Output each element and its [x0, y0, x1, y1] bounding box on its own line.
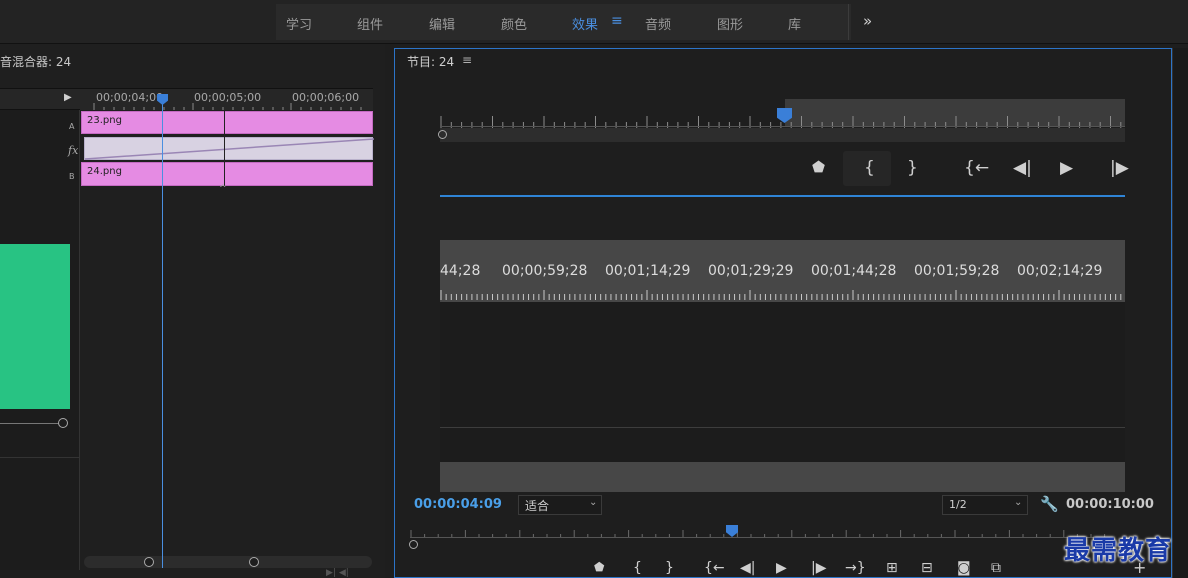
lift-icon[interactable]: ⊞ [886, 560, 898, 576]
track-label-a: A [69, 122, 75, 131]
alignment-caret-icon[interactable]: ^ [219, 184, 227, 194]
left-horizontal-scrollbar[interactable] [84, 556, 372, 568]
left-ruler-time-3: 00;00;06;00 [292, 91, 360, 104]
workspace-tab-assembly[interactable]: 组件 [357, 14, 383, 33]
clip-24-png[interactable]: 24.png [81, 162, 373, 186]
chevron-down-icon[interactable]: ⌄ [1014, 497, 1022, 508]
play-icon[interactable]: ▶ [776, 560, 787, 576]
left-slider-track[interactable] [0, 423, 60, 424]
transition-clip[interactable] [84, 137, 374, 160]
nested-selection-line [440, 195, 1125, 197]
workspace-tab-learn[interactable]: 学习 [286, 14, 312, 33]
color-preview-block [0, 244, 70, 409]
left-playhead-line [162, 98, 163, 568]
mark-in-icon[interactable]: { [633, 560, 642, 576]
left-ruler-time-2: 00;00;05;00 [194, 91, 262, 104]
nested-mark-out-icon: } [907, 158, 918, 178]
nested-step-back-icon: ◀| [1013, 158, 1032, 178]
step-forward-icon[interactable]: |▶ [811, 560, 826, 576]
nested-scrub-bar [440, 128, 1125, 142]
workspace-tab-audio[interactable]: 音频 [645, 14, 671, 33]
nested-scrollbar-area [440, 462, 1125, 492]
workspace-bar: 学习 组件 编辑 颜色 效果 ≡ 音频 图形 库 » [0, 0, 1188, 44]
watermark-logo: 最需教育 [1064, 536, 1173, 566]
workspace-tab-graphics[interactable]: 图形 [717, 14, 743, 33]
extract-icon[interactable]: ⊟ [921, 560, 933, 576]
left-scroll-handle-start[interactable] [144, 557, 154, 567]
left-scroll-handle-end[interactable] [249, 557, 259, 567]
nested-ruler-baseline [440, 126, 1125, 127]
nested-track-area [440, 302, 1125, 427]
nested-timecode-4: 00;01;44;28 [811, 263, 897, 279]
go-to-in-icon[interactable]: {← [704, 560, 725, 576]
left-footer-icons[interactable]: ▶| ◀| [326, 568, 349, 578]
compare-view-icon[interactable]: ⧉ [991, 560, 1001, 576]
duration-timecode: 00:00:10:00 [1066, 497, 1154, 512]
left-slider-handle[interactable] [58, 418, 68, 428]
settings-wrench-icon[interactable]: 🔧 [1040, 495, 1059, 513]
program-zoom-handle[interactable] [409, 540, 418, 549]
workspace-tab-editing[interactable]: 编辑 [429, 14, 455, 33]
program-monitor-title[interactable]: 节目: 24 [407, 53, 454, 70]
left-divider [0, 457, 80, 458]
nested-track-area-2 [440, 428, 1125, 462]
nested-timecode-1: 00;00;59;28 [502, 263, 588, 279]
go-to-out-icon[interactable]: →} [845, 560, 866, 576]
nested-timeline-ticks [440, 290, 1122, 300]
camera-icon[interactable]: ◙ [957, 560, 971, 576]
left-header-row: ▶ [0, 88, 80, 110]
workspace-menu-icon[interactable]: ≡ [611, 13, 623, 29]
expand-arrow-icon[interactable]: ▶ [64, 92, 72, 103]
right-edge-panel [1172, 48, 1188, 578]
nested-timecode-3: 00;01;29;29 [708, 263, 794, 279]
left-time-ruler[interactable]: 00;00;04;00 00;00;05;00 00;00;06;00 [80, 88, 373, 111]
step-back-icon[interactable]: ◀| [740, 560, 755, 576]
cut-line [224, 111, 225, 186]
left-ruler-time-1: 00;00;04;00 [96, 91, 164, 104]
playhead-timecode[interactable]: 00:00:04:09 [414, 497, 502, 512]
nested-go-to-in-icon: {← [964, 158, 990, 178]
chevron-down-icon[interactable]: ⌄ [589, 497, 597, 508]
workspace-separator [848, 4, 849, 40]
mark-out-icon[interactable]: } [665, 560, 674, 576]
nested-timecode-5: 00;01;59;28 [914, 263, 1000, 279]
workspace-tab-color[interactable]: 颜色 [501, 14, 527, 33]
nested-timecode-0: 44;28 [440, 263, 481, 279]
left-panel-title[interactable]: 音混合器: 24 [0, 53, 71, 70]
nested-play-icon: ▶ [1060, 158, 1074, 178]
track-label-b: B [69, 172, 75, 181]
add-marker-icon[interactable]: ⬟ [594, 560, 604, 574]
program-scrub-bar[interactable] [410, 537, 1110, 538]
nested-timecode-2: 00;01;14;29 [605, 263, 691, 279]
workspace-overflow-button[interactable]: » [863, 12, 872, 30]
nested-marker-icon: ⬟ [812, 158, 826, 176]
fx-icon: fx [68, 144, 79, 157]
workspace-tab-effects[interactable]: 效果 [572, 14, 598, 33]
transition-diagonal [85, 138, 374, 160]
workspace-tab-libraries[interactable]: 库 [788, 14, 801, 33]
nested-step-forward-icon: |▶ [1110, 158, 1129, 178]
nested-timecode-6: 00;02;14;29 [1017, 263, 1103, 279]
nested-circle-handle [438, 130, 447, 139]
panel-menu-icon[interactable]: ≡ [462, 53, 472, 67]
nested-mark-in-icon: { [864, 158, 875, 178]
clip-23-png[interactable]: 23.png [81, 111, 373, 134]
